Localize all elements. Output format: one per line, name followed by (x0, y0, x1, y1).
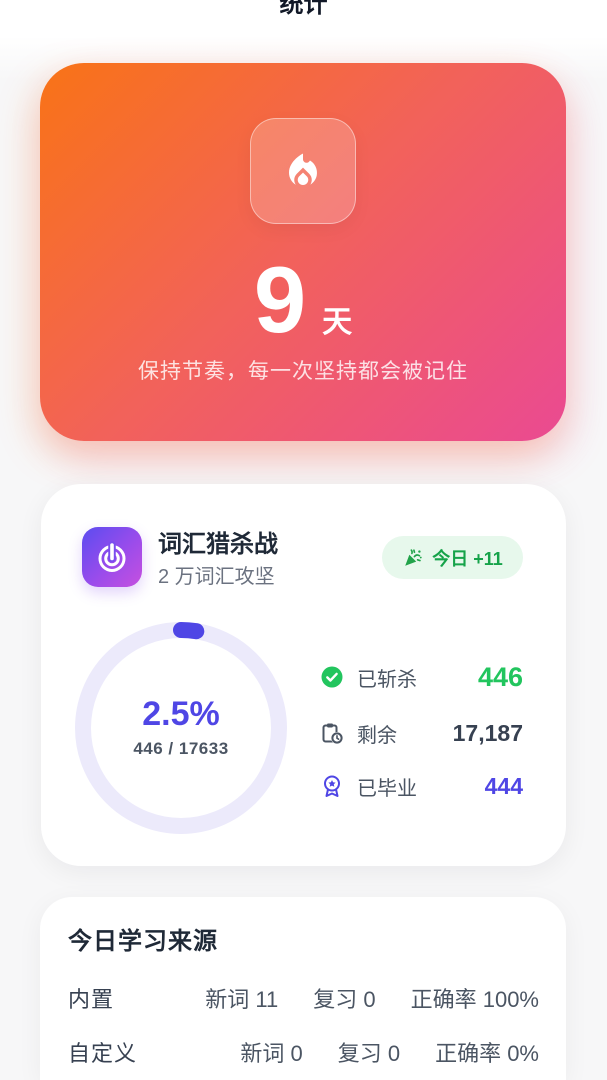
progress-fraction: 446 / 17633 (133, 739, 229, 758)
streak-card: 9天 保持节奏，每一次坚持都会被记住 (40, 63, 566, 441)
source-accuracy: 正确率 0% (435, 1041, 539, 1066)
stat-label: 已毕业 (357, 777, 417, 800)
streak-unit: 天 (322, 306, 353, 339)
award-icon (324, 775, 340, 797)
streak-number: 9 (253, 247, 307, 352)
source-stats: 新词 11 复习 0 正确率 100% (205, 984, 539, 1016)
flame-icon-box (250, 118, 356, 224)
sources-card: 今日学习来源 内置 新词 11 复习 0 正确率 100% 自定义 新词 0 复… (40, 897, 566, 1080)
stat-value: 446 (477, 661, 523, 692)
stat-label: 已斩杀 (357, 668, 417, 691)
today-badge: 今日 +11 (382, 536, 523, 579)
stat-remaining: 剩余 17,187 (320, 713, 523, 753)
stat-killed: 已斩杀 446 (320, 657, 523, 697)
stat-graduated: 已毕业 444 (320, 766, 523, 806)
vocab-title: 词汇猎杀战 (158, 531, 278, 558)
stats-page: 统计 9天 保持节奏，每一次坚持都会被记住 词汇猎杀战 2 万词汇攻坚 今日 +… (0, 0, 607, 1080)
streak-subtitle: 保持节奏，每一次坚持都会被记住 (138, 360, 468, 383)
top-bar: 统计 (0, 0, 607, 22)
stat-value: 444 (484, 772, 523, 799)
vocab-app-icon (82, 527, 142, 587)
progress-percent: 2.5% (142, 695, 220, 733)
streak-count: 9天 (40, 253, 566, 347)
clipboard-clock-icon (322, 723, 343, 744)
source-review: 复习 0 (313, 987, 376, 1012)
stat-value: 17,187 (452, 719, 523, 746)
sources-title: 今日学习来源 (68, 928, 218, 955)
vocab-subtitle: 2 万词汇攻坚 (158, 566, 275, 588)
check-circle-icon (321, 666, 343, 688)
progress-ring: 2.5% 446 / 17633 (75, 622, 287, 834)
stat-label: 剩余 (357, 724, 397, 747)
source-row-custom: 自定义 新词 0 复习 0 正确率 0% (68, 1038, 539, 1070)
source-stats: 新词 0 复习 0 正确率 0% (240, 1038, 539, 1070)
target-icon (98, 541, 126, 572)
vocab-card[interactable]: 词汇猎杀战 2 万词汇攻坚 今日 +11 2.5% 446 / 17633 已斩… (41, 484, 566, 866)
party-popper-icon (405, 548, 422, 566)
source-review: 复习 0 (337, 1041, 401, 1066)
source-name: 自定义 (68, 1041, 138, 1066)
page-title: 统计 (279, 0, 328, 18)
source-name: 内置 (68, 987, 115, 1012)
source-new-words: 新词 11 (205, 987, 279, 1012)
source-row-builtin: 内置 新词 11 复习 0 正确率 100% (68, 984, 539, 1016)
source-new-words: 新词 0 (240, 1041, 303, 1066)
source-accuracy: 正确率 100% (410, 987, 539, 1012)
flame-icon (289, 153, 318, 185)
today-badge-label: 今日 +11 (432, 548, 503, 569)
